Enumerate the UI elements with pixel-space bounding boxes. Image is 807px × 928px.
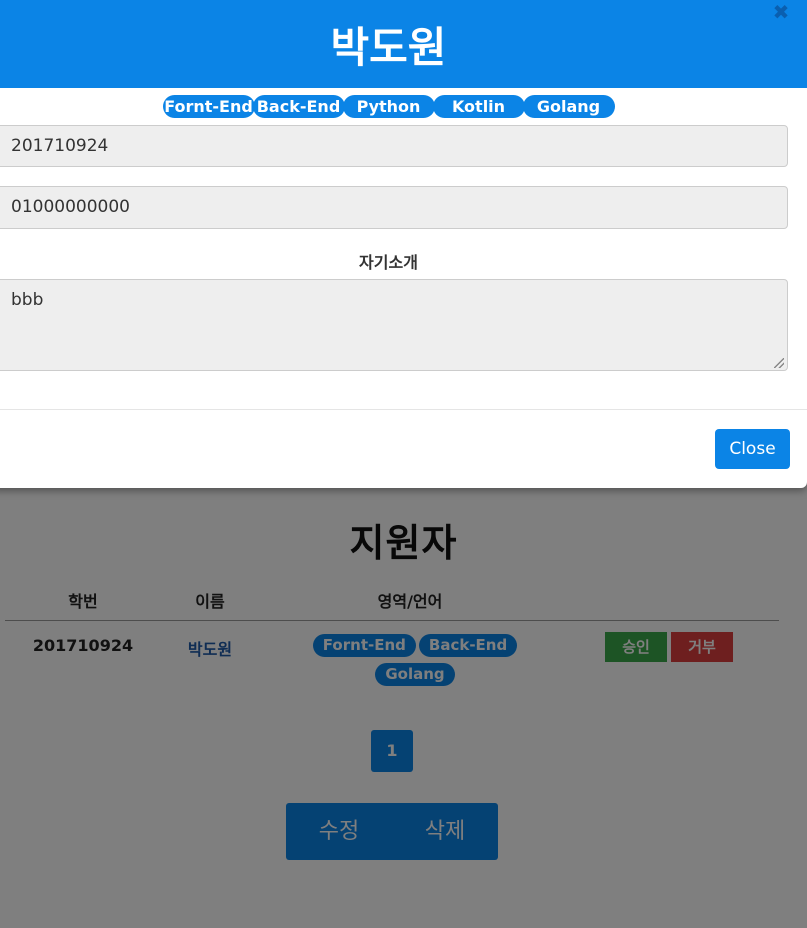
phone-field[interactable]: 01000000000 xyxy=(0,186,788,229)
tag-badge: Fornt-End xyxy=(162,95,255,118)
modal-footer-divider xyxy=(0,409,807,410)
tag-badge: Python xyxy=(342,95,435,118)
close-icon[interactable]: ✖ xyxy=(771,2,791,22)
resize-handle-icon[interactable] xyxy=(774,358,784,368)
modal-tag-list: Fornt-End Back-End Python Kotlin Golang xyxy=(0,95,787,118)
close-button[interactable]: Close xyxy=(715,429,790,469)
tag-badge: Kotlin xyxy=(432,95,525,118)
intro-textarea[interactable]: bbb xyxy=(0,279,788,371)
student-id-field[interactable]: 201710924 xyxy=(0,125,788,167)
applicant-modal: 박도원 ✖ Fornt-End Back-End Python Kotlin G… xyxy=(0,0,807,488)
intro-label: 자기소개 xyxy=(359,253,418,272)
tag-badge: Back-End xyxy=(252,95,345,118)
tag-badge: Golang xyxy=(522,95,615,118)
modal-title: 박도원 xyxy=(330,23,447,72)
modal-header: 박도원 ✖ xyxy=(0,0,807,88)
